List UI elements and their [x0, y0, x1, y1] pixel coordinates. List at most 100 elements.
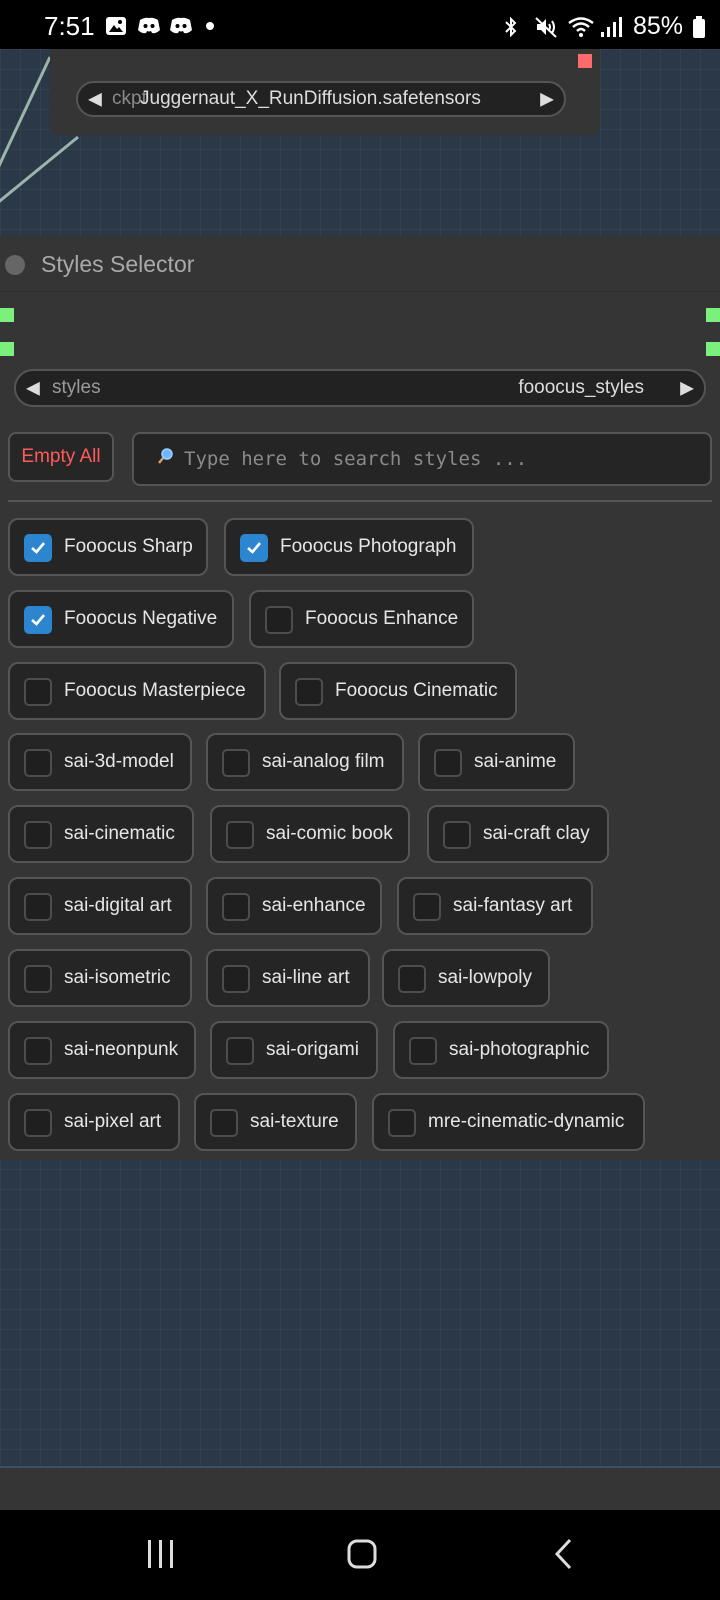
- status-time: 7:51: [44, 11, 95, 41]
- node-title: Styles Selector: [41, 251, 195, 277]
- style-label: sai-isometric: [64, 967, 171, 988]
- style-chip[interactable]: sai-cinematic: [8, 805, 194, 863]
- output-slot-icon[interactable]: [706, 342, 720, 356]
- style-checkbox[interactable]: [443, 821, 471, 849]
- styles-selector-node[interactable]: Styles Selector ◀ styles fooocus_styles …: [0, 236, 720, 1160]
- style-checkbox[interactable]: [388, 1109, 416, 1137]
- style-chip[interactable]: sai-pixel art: [8, 1093, 180, 1151]
- combo-prev-arrow-icon[interactable]: ◀: [26, 378, 40, 399]
- style-label: sai-comic book: [266, 823, 393, 844]
- style-label: sai-neonpunk: [64, 1039, 179, 1060]
- output-slot-icon[interactable]: [706, 308, 720, 322]
- style-checkbox[interactable]: [398, 965, 426, 993]
- style-chip[interactable]: sai-line art: [206, 949, 370, 1007]
- style-label: sai-digital art: [64, 895, 172, 916]
- style-chip[interactable]: sai-3d-model: [8, 733, 192, 791]
- style-label: sai-origami: [266, 1039, 359, 1060]
- input-slot-icon[interactable]: [0, 342, 14, 356]
- style-checkbox[interactable]: [222, 893, 250, 921]
- style-chip[interactable]: sai-analog film: [206, 733, 404, 791]
- input-slot-icon[interactable]: [0, 308, 14, 322]
- style-checkbox[interactable]: [24, 1037, 52, 1065]
- style-checkbox[interactable]: [409, 1037, 437, 1065]
- style-chip[interactable]: sai-photographic: [393, 1021, 609, 1079]
- combo-next-arrow-icon[interactable]: ▶: [680, 378, 694, 399]
- style-checkbox-checked[interactable]: [240, 534, 268, 562]
- back-icon[interactable]: [552, 1538, 576, 1575]
- checkpoint-loader-node[interactable]: ◀ ckpt Juggernaut_X_RunDiffusion.safeten…: [50, 49, 600, 135]
- combo-label: styles: [52, 377, 101, 398]
- node-collapse-dot-icon[interactable]: [5, 255, 25, 275]
- style-chip[interactable]: Fooocus Masterpiece: [8, 662, 266, 720]
- battery-icon: [692, 15, 706, 39]
- style-chip[interactable]: sai-enhance: [206, 877, 382, 935]
- node-title-bar[interactable]: Styles Selector: [0, 236, 720, 292]
- combo-prev-arrow-icon[interactable]: ◀: [88, 89, 102, 110]
- style-label: sai-cinematic: [64, 823, 175, 844]
- style-chip[interactable]: sai-isometric: [8, 949, 192, 1007]
- style-label: Fooocus Photograph: [280, 536, 457, 557]
- style-label: sai-lowpoly: [438, 967, 532, 988]
- style-chip[interactable]: sai-lowpoly: [382, 949, 550, 1007]
- search-box[interactable]: [132, 432, 712, 486]
- style-checkbox[interactable]: [24, 965, 52, 993]
- combo-value: fooocus_styles: [518, 377, 644, 398]
- status-bar: 7:51 85%: [0, 0, 720, 49]
- combo-next-arrow-icon[interactable]: ▶: [540, 89, 554, 110]
- style-chip[interactable]: sai-texture: [194, 1093, 357, 1151]
- style-label: Fooocus Sharp: [64, 536, 193, 557]
- style-chip[interactable]: mre-cinematic-dynamic: [372, 1093, 645, 1151]
- recents-icon[interactable]: [146, 1538, 176, 1575]
- style-checkbox[interactable]: [24, 749, 52, 777]
- style-chip[interactable]: sai-comic book: [210, 805, 410, 863]
- style-label: sai-analog film: [262, 751, 385, 772]
- style-chip[interactable]: Fooocus Sharp: [8, 518, 208, 576]
- empty-all-button[interactable]: Empty All: [8, 432, 114, 482]
- combo-value: Juggernaut_X_RunDiffusion.safetensors: [140, 88, 481, 109]
- style-checkbox[interactable]: [222, 749, 250, 777]
- navigation-bar: [0, 1510, 720, 1600]
- mute-icon: [534, 15, 558, 39]
- node-close-icon[interactable]: [578, 54, 592, 68]
- styles-combo[interactable]: ◀ styles fooocus_styles ▶: [14, 369, 706, 407]
- bluetooth-icon: [501, 15, 525, 39]
- style-checkbox[interactable]: [210, 1109, 238, 1137]
- style-checkbox[interactable]: [265, 606, 293, 634]
- checkmark-icon: [247, 542, 261, 554]
- style-chip[interactable]: sai-craft clay: [427, 805, 609, 863]
- style-label: mre-cinematic-dynamic: [428, 1111, 625, 1132]
- dot-icon: [206, 22, 214, 30]
- style-chip[interactable]: Fooocus Enhance: [249, 590, 474, 648]
- style-chip[interactable]: sai-anime: [418, 733, 575, 791]
- style-checkbox[interactable]: [24, 1109, 52, 1137]
- style-checkbox[interactable]: [434, 749, 462, 777]
- style-checkbox[interactable]: [222, 965, 250, 993]
- style-chip[interactable]: Fooocus Photograph: [224, 518, 474, 576]
- style-label: sai-line art: [262, 967, 350, 988]
- style-chip[interactable]: sai-origami: [210, 1021, 378, 1079]
- style-label: sai-enhance: [262, 895, 366, 916]
- style-checkbox-checked[interactable]: [24, 606, 52, 634]
- style-checkbox[interactable]: [24, 678, 52, 706]
- style-checkbox[interactable]: [295, 678, 323, 706]
- battery-percent: 85%: [632, 12, 683, 40]
- style-chip[interactable]: sai-neonpunk: [8, 1021, 196, 1079]
- style-chip[interactable]: sai-fantasy art: [397, 877, 593, 935]
- ckpt-name-combo[interactable]: ◀ ckpt Juggernaut_X_RunDiffusion.safeten…: [76, 81, 566, 117]
- checkmark-icon: [31, 614, 45, 626]
- checkmark-icon: [31, 542, 45, 554]
- style-checkbox[interactable]: [24, 821, 52, 849]
- style-label: Fooocus Cinematic: [335, 680, 498, 701]
- style-chip[interactable]: Fooocus Cinematic: [279, 662, 517, 720]
- style-checkbox-checked[interactable]: [24, 534, 52, 562]
- style-checkbox[interactable]: [226, 1037, 254, 1065]
- style-checkbox[interactable]: [226, 821, 254, 849]
- style-checkbox[interactable]: [413, 893, 441, 921]
- search-input[interactable]: [184, 442, 684, 476]
- style-label: sai-3d-model: [64, 751, 174, 772]
- style-chip[interactable]: Fooocus Negative: [8, 590, 234, 648]
- signal-icon: [600, 15, 624, 39]
- style-checkbox[interactable]: [24, 893, 52, 921]
- home-icon[interactable]: [346, 1538, 378, 1575]
- style-chip[interactable]: sai-digital art: [8, 877, 192, 935]
